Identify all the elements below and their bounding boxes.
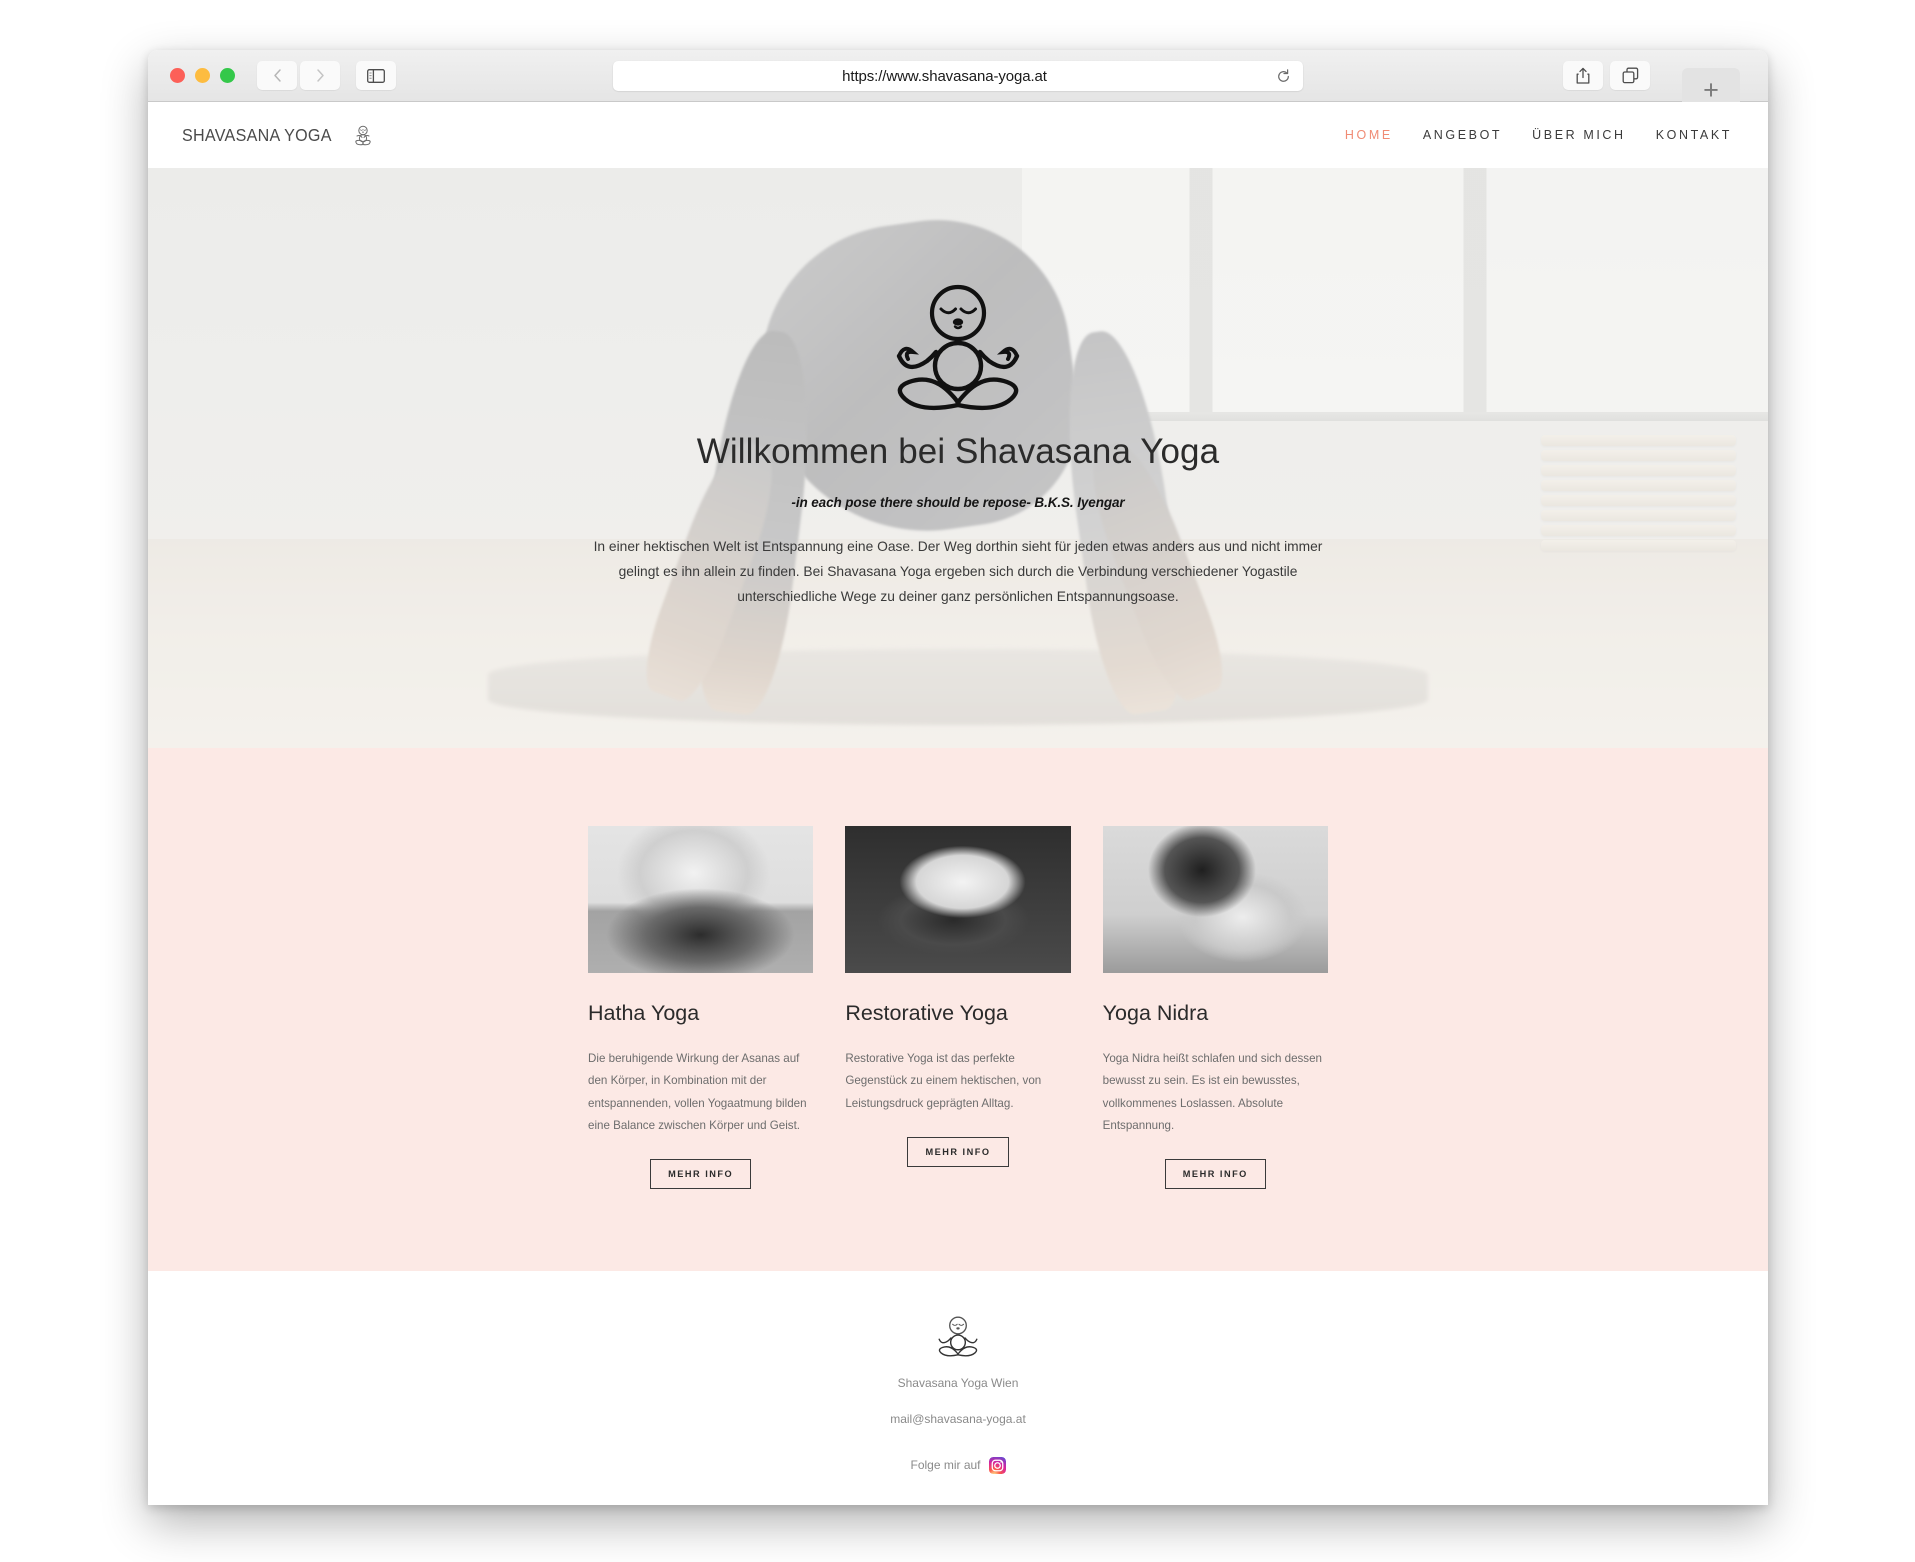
main-navigation: HOME ANGEBOT ÜBER MICH KONTAKT	[1345, 128, 1732, 142]
maximize-window-button[interactable]	[220, 68, 235, 83]
site-logo[interactable]: SHAVASANA YOGA	[168, 123, 375, 147]
offer-more-info-button[interactable]: MEHR INFO	[1164, 1159, 1266, 1189]
sidebar-icon	[367, 68, 385, 83]
instagram-icon[interactable]	[988, 1456, 1006, 1474]
browser-tools	[1563, 61, 1650, 90]
nav-item-angebot[interactable]: ANGEBOT	[1423, 128, 1502, 142]
browser-window: https://www.shavasana-yoga.at + SHAVASAN…	[148, 50, 1768, 1505]
offer-title: Yoga Nidra	[1102, 1001, 1209, 1025]
nav-item-ueber-mich[interactable]: ÜBER MICH	[1532, 128, 1626, 142]
copy-tabs-icon	[1622, 67, 1638, 84]
offer-text: Die beruhigende Wirkung der Asanas auf d…	[588, 1052, 807, 1132]
offers-section: Hatha Yoga Die beruhigende Wirkung der A…	[148, 748, 1768, 1271]
toggle-sidebar-button[interactable]	[356, 61, 396, 90]
nav-item-home[interactable]: HOME	[1345, 128, 1393, 142]
offer-more-info-button[interactable]: MEHR INFO	[907, 1136, 1009, 1167]
offer-card-yoga-nidra: Yoga Nidra Yoga Nidra heißt schlafen und…	[1102, 826, 1328, 1189]
share-button[interactable]	[1563, 61, 1603, 90]
follow-label: Folge mir auf	[910, 1458, 981, 1473]
site-header: SHAVASANA YOGA HOME ANGEBOT ÜBER MICH KO…	[148, 102, 1768, 168]
site-footer: Shavasana Yoga Wien mail@shavasana-yoga.…	[148, 1271, 1768, 1505]
offer-card-hatha-yoga: Hatha Yoga Die beruhigende Wirkung der A…	[588, 826, 814, 1189]
page-viewport: SHAVASANA YOGA HOME ANGEBOT ÜBER MICH KO…	[148, 102, 1768, 1505]
share-icon	[1576, 67, 1590, 84]
hero-title: Willkommen bei Shavasana Yoga	[696, 432, 1220, 471]
offer-image-hatha[interactable]	[588, 826, 814, 973]
offer-text: Yoga Nidra heißt schlafen und sich desse…	[1102, 1052, 1323, 1132]
footer-company: Shavasana Yoga Wien	[897, 1376, 1019, 1390]
offer-card-restorative-yoga: Restorative Yoga Restorative Yoga ist da…	[845, 826, 1071, 1189]
offer-text: Restorative Yoga ist das perfekte Gegens…	[845, 1052, 1042, 1110]
offer-image-nidra[interactable]	[1102, 826, 1328, 973]
navigation-buttons	[257, 61, 340, 90]
chevron-left-icon	[273, 69, 281, 82]
footer-email[interactable]: mail@shavasana-yoga.at	[148, 1409, 1768, 1431]
offer-cards: Hatha Yoga Die beruhigende Wirkung der A…	[588, 826, 1328, 1189]
address-bar[interactable]: https://www.shavasana-yoga.at	[613, 61, 1303, 91]
meditating-figure-emblem-icon	[896, 284, 1020, 411]
url-text: https://www.shavasana-yoga.at	[842, 67, 1047, 85]
tab-overview-button[interactable]	[1610, 61, 1650, 90]
minimize-window-button[interactable]	[195, 68, 210, 83]
traffic-light-buttons	[170, 68, 235, 83]
hero-content: Willkommen bei Shavasana Yoga -in each p…	[148, 168, 1768, 748]
reload-button[interactable]	[1276, 68, 1291, 84]
follow-row: Folge mir auf	[148, 1456, 1768, 1474]
close-window-button[interactable]	[170, 68, 185, 83]
forward-button[interactable]	[300, 61, 340, 90]
hero-quote: -in each pose there should be repose- B.…	[791, 495, 1125, 510]
offer-image-restorative[interactable]	[845, 826, 1071, 973]
offer-more-info-button[interactable]: MEHR INFO	[650, 1159, 752, 1189]
nav-item-kontakt[interactable]: KONTAKT	[1656, 128, 1732, 142]
hero-paragraph: In einer hektischen Welt ist Entspannung…	[593, 539, 1323, 605]
brand-name: SHAVASANA YOGA	[182, 124, 332, 145]
chevron-right-icon	[316, 69, 324, 82]
offer-title: Hatha Yoga	[588, 1001, 700, 1025]
back-button[interactable]	[257, 61, 297, 90]
hero-section: Willkommen bei Shavasana Yoga -in each p…	[148, 168, 1768, 748]
meditating-figure-logo-icon	[355, 125, 371, 146]
offer-title: Restorative Yoga	[845, 1001, 1008, 1025]
reload-icon	[1278, 68, 1289, 82]
browser-titlebar: https://www.shavasana-yoga.at +	[148, 50, 1768, 112]
footer-meditating-figure-icon	[938, 1316, 978, 1357]
